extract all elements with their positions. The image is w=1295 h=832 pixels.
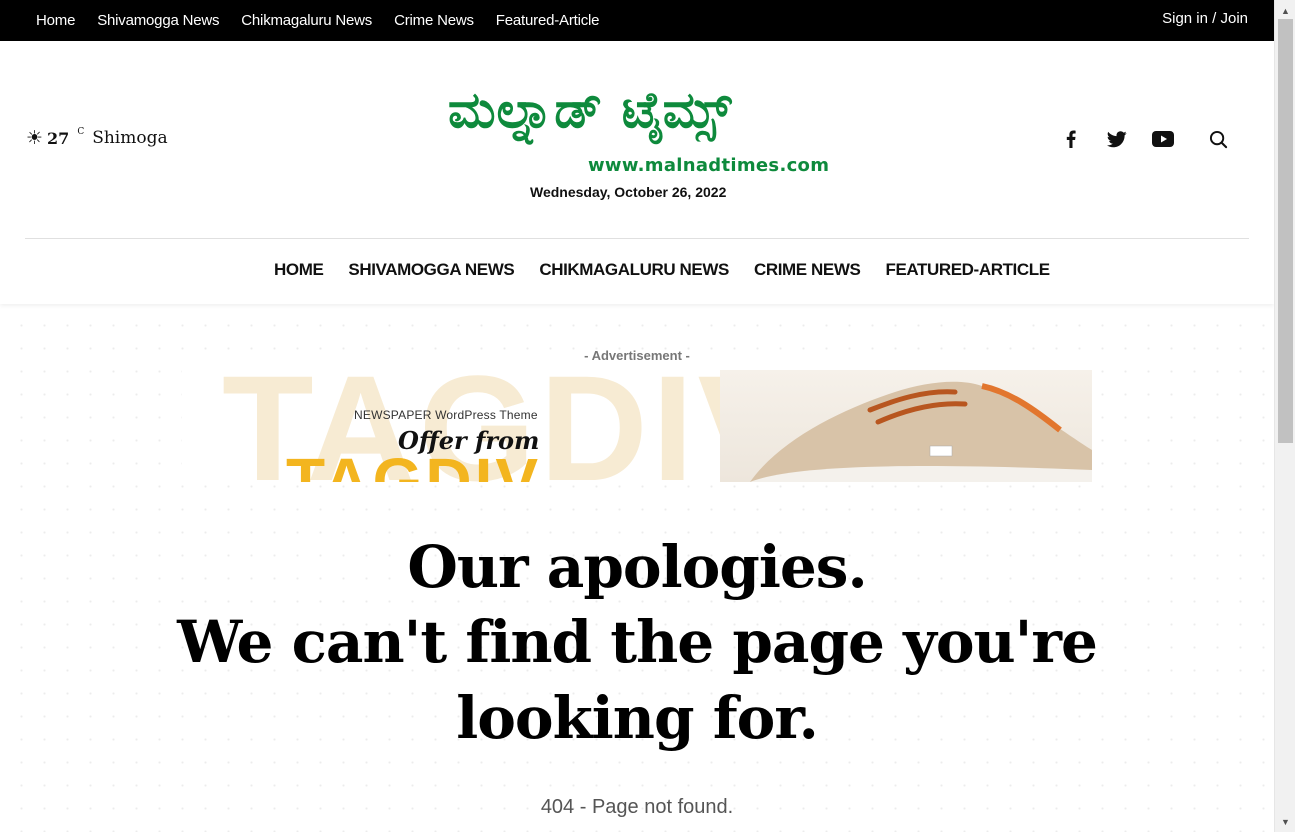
top-bar: Home Shivamogga News Chikmagaluru News C… bbox=[0, 0, 1274, 41]
weather-city: Shimoga bbox=[92, 128, 168, 148]
error-status: 404 - Page not found. bbox=[540, 796, 734, 818]
logo-url: www.malnadtimes.com bbox=[588, 155, 830, 176]
top-nav-home[interactable]: Home bbox=[36, 12, 75, 29]
scroll-up-icon[interactable]: ▲ bbox=[1275, 2, 1295, 19]
current-date: Wednesday, October 26, 2022 bbox=[530, 184, 727, 200]
advertisement-banner[interactable]: TAGDIV NEWSPAPER WordPress Theme Offer f… bbox=[182, 370, 1092, 482]
advertisement-label: - Advertisement - bbox=[584, 348, 690, 363]
top-nav-featured-article[interactable]: Featured-Article bbox=[496, 12, 600, 29]
main-nav-chikmagaluru-news[interactable]: CHIKMAGALURU NEWS bbox=[539, 260, 729, 280]
top-nav: Home Shivamogga News Chikmagaluru News C… bbox=[36, 0, 621, 41]
page-scrollbar[interactable]: ▲ ▼ bbox=[1274, 0, 1295, 832]
weather-widget: ☀ 27 C Shimoga bbox=[26, 127, 168, 149]
weather-temp: 27 bbox=[47, 128, 70, 148]
sun-icon: ☀ bbox=[26, 127, 44, 149]
weather-unit: C bbox=[77, 127, 85, 137]
main-nav: HOME SHIVAMOGGA NEWS CHIKMAGALURU NEWS C… bbox=[274, 260, 1075, 280]
error-heading: Our apologies. We can't find the page yo… bbox=[0, 530, 1274, 756]
error-heading-line1: Our apologies. bbox=[407, 533, 867, 601]
ad-shoe-image bbox=[720, 370, 1092, 482]
ad-brand-text: TAGDIV bbox=[286, 445, 542, 482]
logo-title: ಮಲ್ನಾಡ್ ಟೈಮ್ಸ್ bbox=[448, 81, 733, 139]
top-nav-shivamogga-news[interactable]: Shivamogga News bbox=[97, 12, 219, 29]
scroll-down-icon[interactable]: ▼ bbox=[1275, 813, 1295, 830]
top-nav-chikmagaluru-news[interactable]: Chikmagaluru News bbox=[241, 12, 372, 29]
twitter-icon[interactable] bbox=[1104, 126, 1130, 152]
sign-in-join-link[interactable]: Sign in / Join bbox=[1162, 10, 1248, 27]
top-nav-crime-news[interactable]: Crime News bbox=[394, 12, 474, 29]
main-nav-home[interactable]: HOME bbox=[274, 260, 324, 280]
site-header: ☀ 27 C Shimoga ಮಲ್ನಾಡ್ ಟೈಮ್ಸ್ www.malnad… bbox=[0, 41, 1274, 304]
page-content: - Advertisement - TAGDIV NEWSPAPER WordP… bbox=[0, 304, 1274, 832]
facebook-icon[interactable] bbox=[1058, 126, 1084, 152]
youtube-icon[interactable] bbox=[1150, 126, 1176, 152]
main-nav-featured-article[interactable]: FEATURED-ARTICLE bbox=[885, 260, 1050, 280]
header-divider bbox=[25, 238, 1249, 239]
main-nav-shivamogga-news[interactable]: SHIVAMOGGA NEWS bbox=[348, 260, 514, 280]
main-nav-crime-news[interactable]: CRIME NEWS bbox=[754, 260, 861, 280]
scroll-thumb[interactable] bbox=[1278, 19, 1293, 443]
error-heading-line2: We can't find the page you're looking fo… bbox=[177, 608, 1098, 752]
search-icon[interactable] bbox=[1205, 126, 1231, 152]
ad-subtitle: NEWSPAPER WordPress Theme bbox=[354, 408, 538, 422]
